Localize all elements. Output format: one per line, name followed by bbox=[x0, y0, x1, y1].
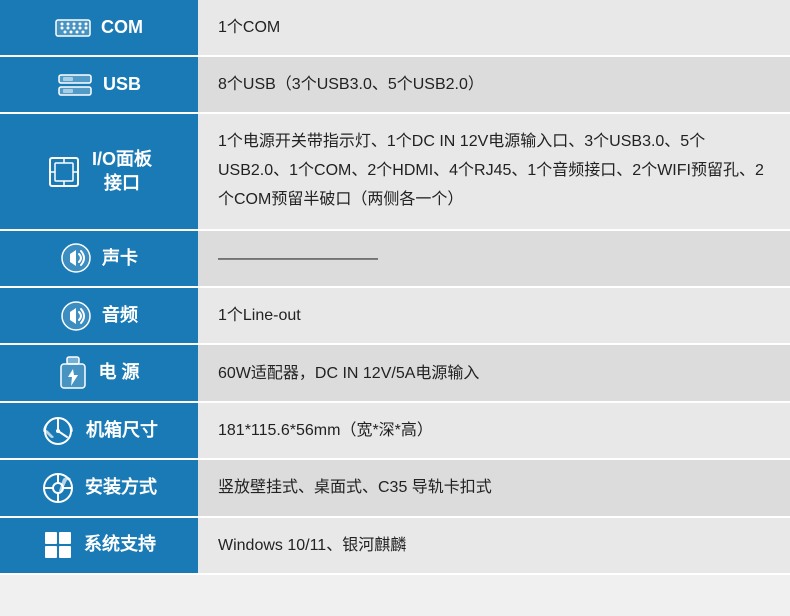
power-icon bbox=[58, 355, 88, 391]
value-cell-chassis: 181*115.6*56mm（宽*深*高） bbox=[198, 402, 790, 459]
row-mount: 安装方式 竖放壁挂式、桌面式、C35 导轨卡扣式 bbox=[0, 459, 790, 516]
row-audio: 音频 1个Line-out bbox=[0, 287, 790, 344]
label-cell-usb: USB bbox=[0, 56, 198, 113]
value-cell-io: 1个电源开关带指示灯、1个DC IN 12V电源输入口、3个USB3.0、5个U… bbox=[198, 113, 790, 229]
value-cell-usb: 8个USB（3个USB3.0、5个USB2.0） bbox=[198, 56, 790, 113]
label-text: 机箱尺寸 bbox=[86, 419, 158, 442]
row-io: I/O面板接口 1个电源开关带指示灯、1个DC IN 12V电源输入口、3个US… bbox=[0, 113, 790, 229]
label-cell-os: 系统支持 bbox=[0, 517, 198, 574]
row-usb: USB 8个USB（3个USB3.0、5个USB2.0） bbox=[0, 56, 790, 113]
value-cell-mount: 竖放壁挂式、桌面式、C35 导轨卡扣式 bbox=[198, 459, 790, 516]
label-text: 系统支持 bbox=[84, 533, 156, 556]
label-cell-audio: 音频 bbox=[0, 287, 198, 344]
label-text: 声卡 bbox=[102, 247, 138, 270]
label-text: I/O面板 bbox=[92, 148, 152, 171]
row-soundcard: 声卡 —————————— bbox=[0, 230, 790, 287]
label-cell-power: 电 源 bbox=[0, 344, 198, 402]
audio-icon bbox=[60, 300, 92, 332]
value-cell-soundcard: —————————— bbox=[198, 230, 790, 287]
row-com: COM 1个COM bbox=[0, 0, 790, 56]
label-text: 接口 bbox=[92, 172, 152, 195]
label-cell-chassis: 机箱尺寸 bbox=[0, 402, 198, 459]
label-cell-soundcard: 声卡 bbox=[0, 230, 198, 287]
chassis-icon bbox=[40, 415, 76, 447]
value-cell-power: 60W适配器，DC IN 12V/5A电源输入 bbox=[198, 344, 790, 402]
label-cell-io: I/O面板接口 bbox=[0, 113, 198, 229]
specs-table: COM 1个COM USB 8个USB（3个USB3.0、5个USB2.0） bbox=[0, 0, 790, 575]
label-text: USB bbox=[103, 73, 141, 96]
row-power: 电 源 60W适配器，DC IN 12V/5A电源输入 bbox=[0, 344, 790, 402]
value-cell-os: Windows 10/11、银河麒麟 bbox=[198, 517, 790, 574]
label-text: 音频 bbox=[102, 304, 138, 327]
label-text: 安装方式 bbox=[85, 476, 157, 499]
row-os: 系统支持 Windows 10/11、银河麒麟 bbox=[0, 517, 790, 574]
label-text: 电 源 bbox=[98, 361, 139, 384]
windows-icon bbox=[42, 529, 74, 561]
usb-icon bbox=[57, 71, 93, 99]
mount-icon bbox=[41, 471, 75, 505]
label-cell-mount: 安装方式 bbox=[0, 459, 198, 516]
value-cell-audio: 1个Line-out bbox=[198, 287, 790, 344]
sound-icon bbox=[60, 242, 92, 274]
com-icon bbox=[55, 17, 91, 39]
io-icon bbox=[46, 154, 82, 190]
label-cell-com: COM bbox=[0, 0, 198, 56]
label-text: COM bbox=[101, 16, 143, 39]
value-cell-com: 1个COM bbox=[198, 0, 790, 56]
row-chassis: 机箱尺寸 181*115.6*56mm（宽*深*高） bbox=[0, 402, 790, 459]
